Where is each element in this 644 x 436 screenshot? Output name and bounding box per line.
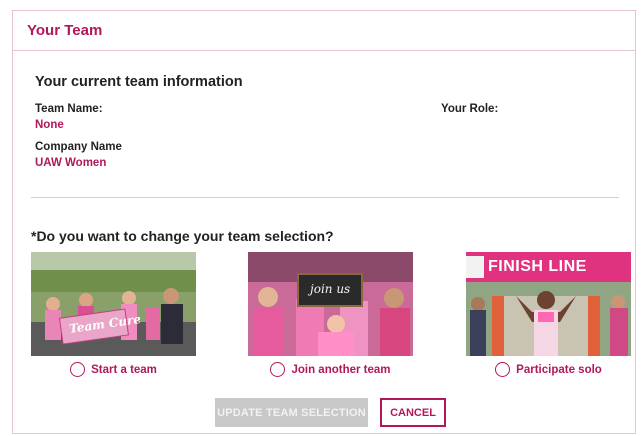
section-divider (31, 197, 619, 198)
join-team-photo: join us (248, 252, 413, 356)
option-join-team: join us Join another team (248, 252, 413, 377)
team-card: Your Team Your current team information … (12, 10, 636, 434)
change-team-question: *Do you want to change your team selecti… (31, 228, 334, 244)
card-header: Your Team (13, 11, 635, 51)
participate-solo-photo: FINISH LINE (466, 252, 631, 356)
update-team-selection-button[interactable]: UPDATE TEAM SELECTION (215, 398, 368, 427)
company-name-label: Company Name (35, 141, 122, 153)
join-team-photo-sign: join us (310, 282, 351, 296)
participate-solo-photo-sign: FINISH LINE (488, 258, 587, 275)
participate-solo-label[interactable]: Participate solo (516, 364, 602, 376)
start-team-photo: Team Cure (31, 252, 196, 356)
cancel-button[interactable]: CANCEL (380, 398, 446, 427)
card-title: Your Team (27, 22, 103, 39)
team-info-heading: Your current team information (35, 74, 243, 90)
start-team-radio[interactable] (70, 362, 86, 377)
participate-solo-radio[interactable] (495, 362, 511, 377)
team-name-label: Team Name: (35, 103, 103, 115)
option-start-team: Team Cure Start a team (31, 252, 196, 377)
start-team-radio-option[interactable]: Start a team (31, 362, 196, 377)
role-label: Your Role: (441, 103, 499, 115)
participate-solo-radio-option[interactable]: Participate solo (466, 362, 631, 377)
team-name-value: None (35, 119, 64, 131)
join-team-label[interactable]: Join another team (291, 364, 390, 376)
join-team-radio[interactable] (270, 362, 286, 377)
company-name-value: UAW Women (35, 157, 107, 169)
option-participate-solo: FINISH LINE Participate solo (466, 252, 631, 377)
start-team-label[interactable]: Start a team (91, 364, 157, 376)
join-team-radio-option[interactable]: Join another team (248, 362, 413, 377)
